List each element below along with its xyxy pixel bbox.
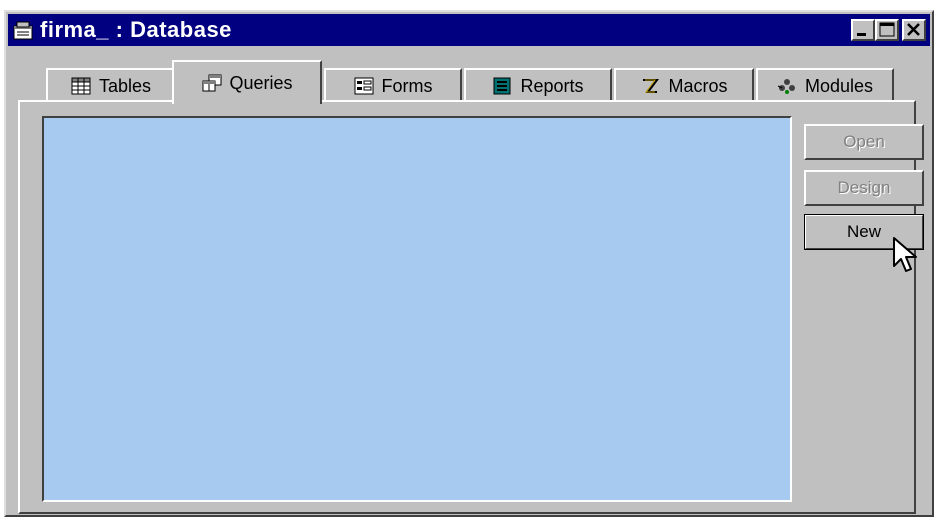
tab-label: Forms: [381, 75, 433, 96]
database-window: firma_ : Database Tables Forms Reports M…: [4, 10, 934, 517]
database-window-icon[interactable]: [12, 20, 34, 40]
mouse-cursor-icon: [892, 236, 918, 281]
tab-panel: Open Design New: [18, 100, 924, 514]
design-button-label: Design: [837, 178, 891, 197]
query-icon: [201, 74, 222, 92]
close-icon[interactable]: [902, 19, 926, 41]
queries-list[interactable]: [42, 116, 792, 502]
design-button[interactable]: Design: [804, 170, 924, 206]
tab-label: Modules: [804, 75, 874, 96]
tab-tables[interactable]: Tables: [46, 68, 176, 102]
tab-modules[interactable]: Modules: [756, 68, 894, 102]
new-button-label: New: [846, 222, 881, 241]
tab-label: Reports: [520, 75, 584, 96]
report-icon: [492, 77, 512, 95]
window-controls: [851, 19, 926, 41]
module-icon: [777, 77, 797, 95]
maximize-icon[interactable]: [875, 19, 899, 41]
tab-label: Tables: [98, 75, 152, 96]
tab-label: Queries: [229, 72, 293, 93]
object-tabs: Tables Forms Reports Macros Modules Quer…: [18, 60, 918, 104]
tab-forms[interactable]: Forms: [324, 68, 462, 102]
tab-queries[interactable]: Queries: [172, 60, 322, 104]
open-button[interactable]: Open: [804, 124, 924, 160]
title-bar[interactable]: firma_ : Database: [8, 14, 930, 46]
tab-macros[interactable]: Macros: [614, 68, 754, 102]
macro-icon: [640, 77, 660, 95]
minimize-icon[interactable]: [851, 19, 875, 41]
open-button-label: Open: [843, 132, 885, 151]
tab-label: Macros: [668, 75, 728, 96]
window-title: firma_ : Database: [40, 17, 232, 42]
tab-reports[interactable]: Reports: [464, 68, 612, 102]
table-icon: [71, 77, 91, 95]
form-icon: [354, 77, 374, 95]
